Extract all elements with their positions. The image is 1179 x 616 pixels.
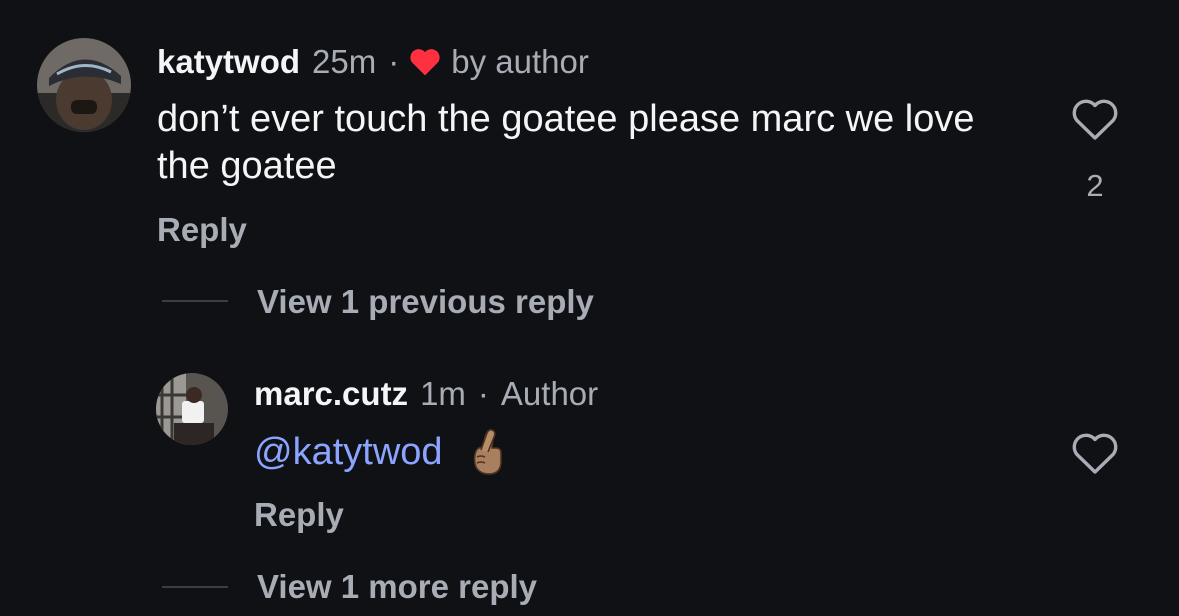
mention-link[interactable]: @katytwod: [254, 431, 443, 474]
view-more-reply-button[interactable]: View 1 more reply: [257, 568, 537, 606]
reply-username[interactable]: marc.cutz: [254, 375, 408, 413]
liked-by-author-heart-icon: [409, 47, 441, 77]
author-badge: Author: [500, 375, 599, 412]
reply-timestamp: 1m: [420, 375, 466, 412]
reply-button[interactable]: Reply: [157, 211, 247, 249]
heart-outline-icon[interactable]: [1071, 432, 1119, 476]
meta-separator: ·: [477, 375, 489, 412]
crossed-fingers-emoji: [467, 429, 505, 475]
like-count: 2: [1086, 168, 1104, 203]
comment-username[interactable]: katytwod: [157, 43, 300, 81]
meta-separator: ·: [388, 43, 400, 80]
thread-divider-line: [162, 586, 228, 588]
view-previous-reply-button[interactable]: View 1 previous reply: [257, 283, 594, 321]
liked-by-author-label: by author: [451, 43, 589, 80]
avatar-marc-cutz[interactable]: [156, 373, 228, 445]
heart-outline-icon[interactable]: [1071, 98, 1119, 142]
thread-divider-line: [162, 300, 228, 302]
comment-timestamp: 25m: [312, 43, 377, 80]
comment-text: don’t ever touch the goatee please marc …: [157, 98, 975, 187]
reply-button[interactable]: Reply: [254, 496, 344, 534]
avatar-katytwod[interactable]: [37, 38, 131, 132]
